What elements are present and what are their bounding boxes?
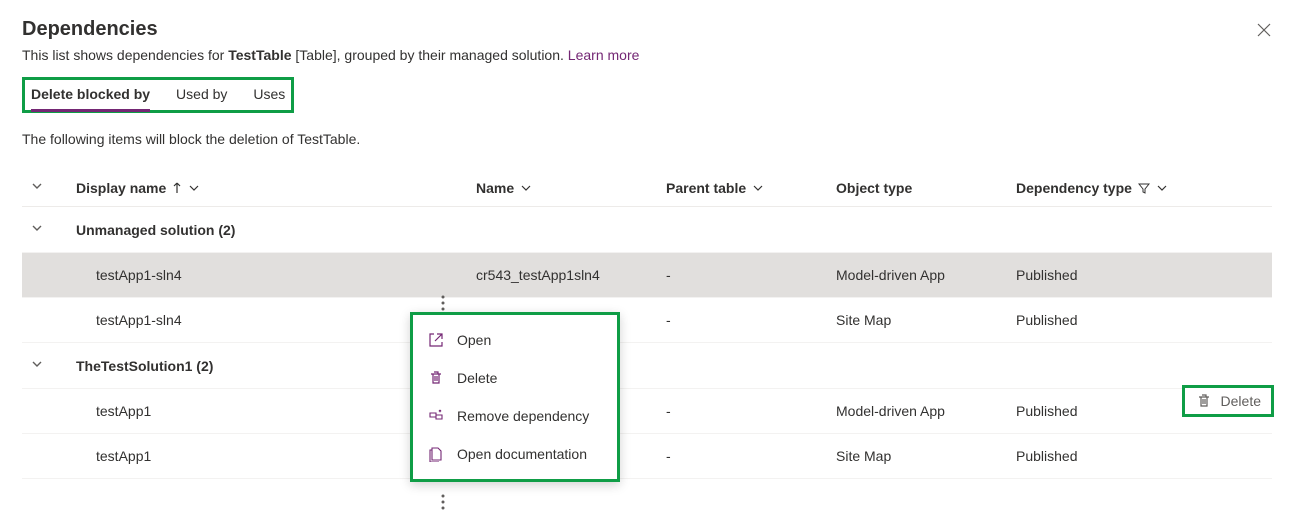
expand-all-toggle[interactable] bbox=[30, 179, 50, 193]
trash-icon bbox=[1195, 392, 1213, 410]
menu-open-doc-label: Open documentation bbox=[457, 446, 587, 462]
cell-dep: Published bbox=[1008, 298, 1272, 343]
trash-icon bbox=[427, 369, 445, 387]
cell-object: Site Map bbox=[828, 434, 1008, 479]
subtitle-entity: TestTable bbox=[228, 47, 291, 63]
col-name[interactable]: Name bbox=[476, 180, 532, 196]
col-parent-label: Parent table bbox=[666, 180, 746, 196]
learn-more-link[interactable]: Learn more bbox=[568, 47, 640, 63]
close-button[interactable] bbox=[1254, 20, 1274, 40]
dependencies-table: Display name Name Parent table bbox=[22, 169, 1272, 479]
chevron-down-icon bbox=[752, 182, 764, 194]
group-label: TheTestSolution1 (2) bbox=[68, 343, 1272, 389]
col-object-type[interactable]: Object type bbox=[836, 180, 912, 196]
cell-display: testApp1-sln4 bbox=[76, 312, 182, 328]
col-display-name-label: Display name bbox=[76, 180, 166, 196]
group-row[interactable]: Unmanaged solution (2) bbox=[22, 207, 1272, 253]
table-row[interactable]: testApp1-sln4 - Site Map Published bbox=[22, 298, 1272, 343]
tab-used-by[interactable]: Used by bbox=[176, 82, 227, 110]
chevron-down-icon bbox=[1156, 182, 1168, 194]
group-toggle[interactable] bbox=[30, 221, 50, 235]
cell-parent: - bbox=[658, 389, 828, 434]
tabs-highlight: Delete blocked by Used by Uses bbox=[22, 77, 294, 113]
subtitle: This list shows dependencies for TestTab… bbox=[22, 47, 1272, 63]
cell-object: Model-driven App bbox=[828, 253, 1008, 298]
table-row[interactable]: testApp1 - Model-driven App Published bbox=[22, 389, 1272, 434]
group-delete-label: Delete bbox=[1221, 393, 1261, 409]
open-icon bbox=[427, 331, 445, 349]
document-icon bbox=[427, 445, 445, 463]
col-parent-table[interactable]: Parent table bbox=[666, 180, 764, 196]
row-context-menu: Open Delete Remove dependency Open docum… bbox=[410, 312, 620, 482]
chevron-down-icon bbox=[188, 182, 200, 194]
subtitle-prefix: This list shows dependencies for bbox=[22, 47, 228, 63]
cell-name: cr543_testApp1sln4 bbox=[468, 253, 658, 298]
subtitle-suffix: [Table], grouped by their managed soluti… bbox=[292, 47, 568, 63]
tab-uses[interactable]: Uses bbox=[253, 82, 285, 110]
sort-asc-icon bbox=[172, 182, 182, 194]
chevron-down-icon bbox=[520, 182, 532, 194]
cell-display: testApp1 bbox=[76, 403, 151, 419]
cell-parent: - bbox=[658, 253, 828, 298]
menu-delete[interactable]: Delete bbox=[417, 359, 613, 397]
cell-object: Model-driven App bbox=[828, 389, 1008, 434]
cell-display: testApp1 bbox=[76, 448, 151, 464]
group-toggle[interactable] bbox=[30, 357, 50, 371]
col-dep-label: Dependency type bbox=[1016, 180, 1132, 196]
cell-display: testApp1-sln4 bbox=[76, 267, 182, 283]
cell-dep: Published bbox=[1008, 253, 1272, 298]
menu-remove-dep-label: Remove dependency bbox=[457, 408, 589, 424]
unlink-icon bbox=[427, 407, 445, 425]
group-label: Unmanaged solution (2) bbox=[68, 207, 1272, 253]
col-object-label: Object type bbox=[836, 180, 912, 196]
menu-delete-label: Delete bbox=[457, 370, 497, 386]
menu-open-label: Open bbox=[457, 332, 491, 348]
tabs: Delete blocked by Used by Uses bbox=[31, 82, 285, 110]
menu-open[interactable]: Open bbox=[417, 321, 613, 359]
row-more-button[interactable] bbox=[432, 491, 454, 513]
cell-parent: - bbox=[658, 298, 828, 343]
menu-remove-dependency[interactable]: Remove dependency bbox=[417, 397, 613, 435]
group-delete-button[interactable]: Delete bbox=[1182, 385, 1274, 417]
cell-parent: - bbox=[658, 434, 828, 479]
tab-delete-blocked-by[interactable]: Delete blocked by bbox=[31, 82, 150, 110]
col-name-label: Name bbox=[476, 180, 514, 196]
row-more-button[interactable] bbox=[432, 292, 454, 314]
table-row[interactable]: testApp1-sln4 cr543_testApp1sln4 - Model… bbox=[22, 253, 1272, 298]
page-title: Dependencies bbox=[22, 18, 1272, 41]
col-display-name[interactable]: Display name bbox=[76, 180, 200, 196]
cell-object: Site Map bbox=[828, 298, 1008, 343]
tab-description: The following items will block the delet… bbox=[22, 131, 1272, 147]
col-dependency-type[interactable]: Dependency type bbox=[1016, 180, 1168, 196]
filter-icon bbox=[1138, 182, 1150, 194]
table-row[interactable]: testApp1 testApp1 - Site Map Published bbox=[22, 434, 1272, 479]
menu-open-documentation[interactable]: Open documentation bbox=[417, 435, 613, 473]
cell-dep: Published bbox=[1008, 434, 1272, 479]
group-row[interactable]: TheTestSolution1 (2) bbox=[22, 343, 1272, 389]
